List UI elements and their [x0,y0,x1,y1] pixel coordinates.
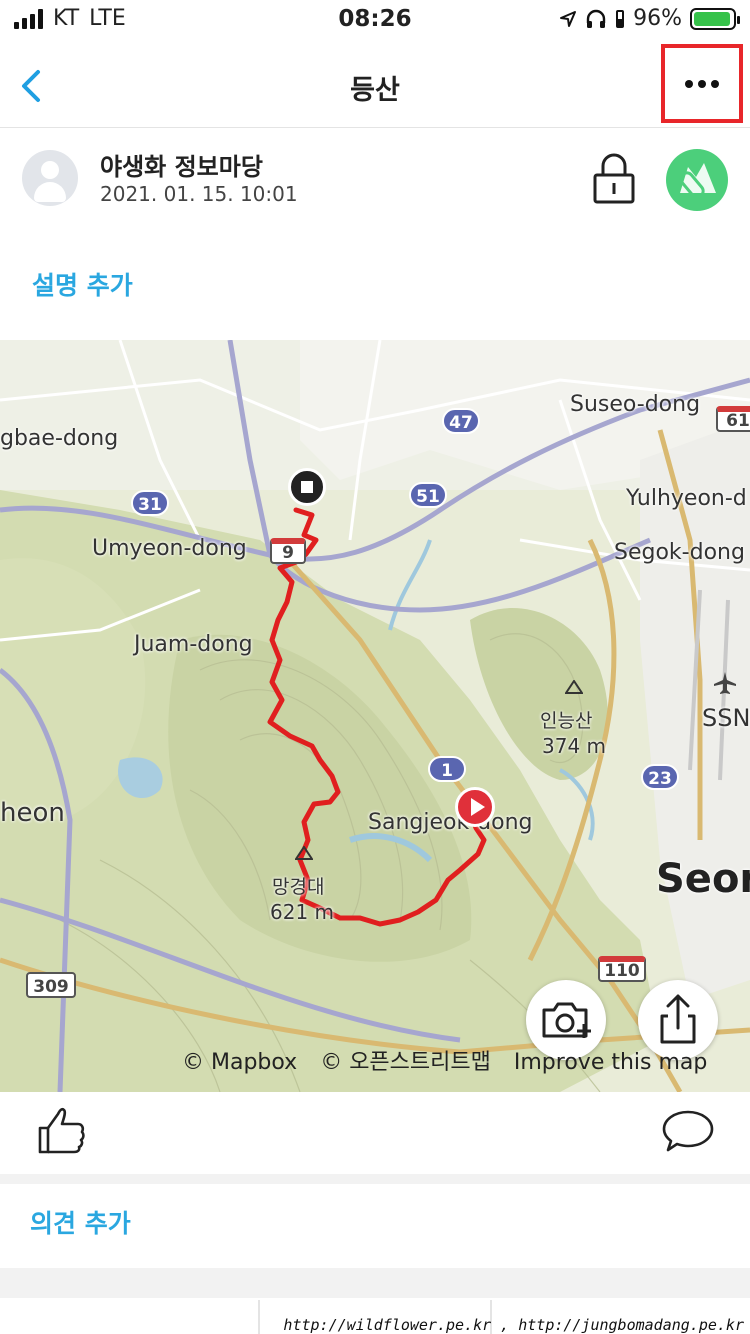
watermark-text: http://wildflower.pe.kr , http://jungbom… [283,1316,744,1334]
track-start-marker[interactable] [455,787,495,827]
place-label-seongnam: Seor [656,856,750,902]
phone-signal-icon [616,9,625,28]
place-label-sangjeok: Sangjeok-dong [368,810,533,835]
tab-divider [258,1300,260,1334]
comment-bubble-icon[interactable] [662,1108,714,1154]
place-label-yulhyeon: Yulhyeon-d [626,486,747,511]
lock-icon[interactable] [592,151,636,205]
more-options-button[interactable] [661,44,743,123]
route-shield-61: 61 [716,406,750,432]
post-date: 2021. 01. 15. 10:01 [100,182,298,206]
improve-map-link[interactable]: Improve this map [514,1050,707,1075]
route-shield-1: 1 [428,756,466,782]
place-label-segok: Segok-dong [614,540,745,565]
location-arrow-icon [560,10,577,27]
place-label-juam: Juam-dong [134,632,253,657]
route-shield-23: 23 [641,764,679,790]
place-label-suseo: Suseo-dong [570,392,701,417]
peak-name-manggyeongdae: 망경대 [272,876,325,898]
peak-icon [565,680,583,694]
map-credits: © Mapbox © 오픈스트리트맵 Improve this map [182,1044,723,1076]
route-shield-9: 9 [270,538,306,564]
more-horizontal-icon [685,79,693,88]
headphones-icon [586,9,606,28]
author-name[interactable]: 야생화 정보마당 [100,147,263,182]
hiking-carabiner-icon[interactable] [666,149,728,211]
page-title: 등산 [350,75,400,106]
route-shield-31: 31 [131,490,169,516]
peak-icon [295,846,313,860]
airport-icon [714,672,736,694]
place-label-ssn: SSN [702,704,750,732]
add-comment-link[interactable]: 의견 추가 [30,1204,131,1240]
place-label-gaebae: gbae-dong [0,426,119,451]
place-label-gwacheon: heon [0,798,65,828]
mapbox-credit[interactable]: © Mapbox [182,1050,297,1075]
route-shield-47: 47 [442,408,480,434]
peak-name-inneungsan: 인능산 [540,710,593,732]
divider [0,1268,750,1298]
post-actions [0,1092,750,1174]
battery-percent: 96% [633,6,682,31]
nav-bar: 등산 [0,42,750,128]
thumbs-up-icon[interactable] [36,1104,88,1156]
status-bar: KT LTE 08:26 96% [0,0,750,42]
osm-credit[interactable]: © 오픈스트리트맵 [320,1050,491,1075]
peak-elevation-manggyeongdae: 621 m [270,900,335,924]
peak-elevation-inneungsan: 374 m [542,734,607,758]
route-shield-110: 110 [598,956,646,982]
track-end-marker[interactable] [288,468,326,506]
route-shield-51: 51 [409,482,447,508]
divider [0,1174,750,1184]
battery-icon [690,7,740,30]
route-map[interactable]: 47 61 31 51 9 1 23 110 309 Suseo-dong gb… [0,340,750,1092]
add-description-link[interactable]: 설명 추가 [32,266,133,302]
post-header: 야생화 정보마당 2021. 01. 15. 10:01 [0,129,750,229]
avatar[interactable] [22,150,78,206]
place-label-umyeon: Umyeon-dong [92,536,247,561]
route-shield-309: 309 [26,972,76,998]
